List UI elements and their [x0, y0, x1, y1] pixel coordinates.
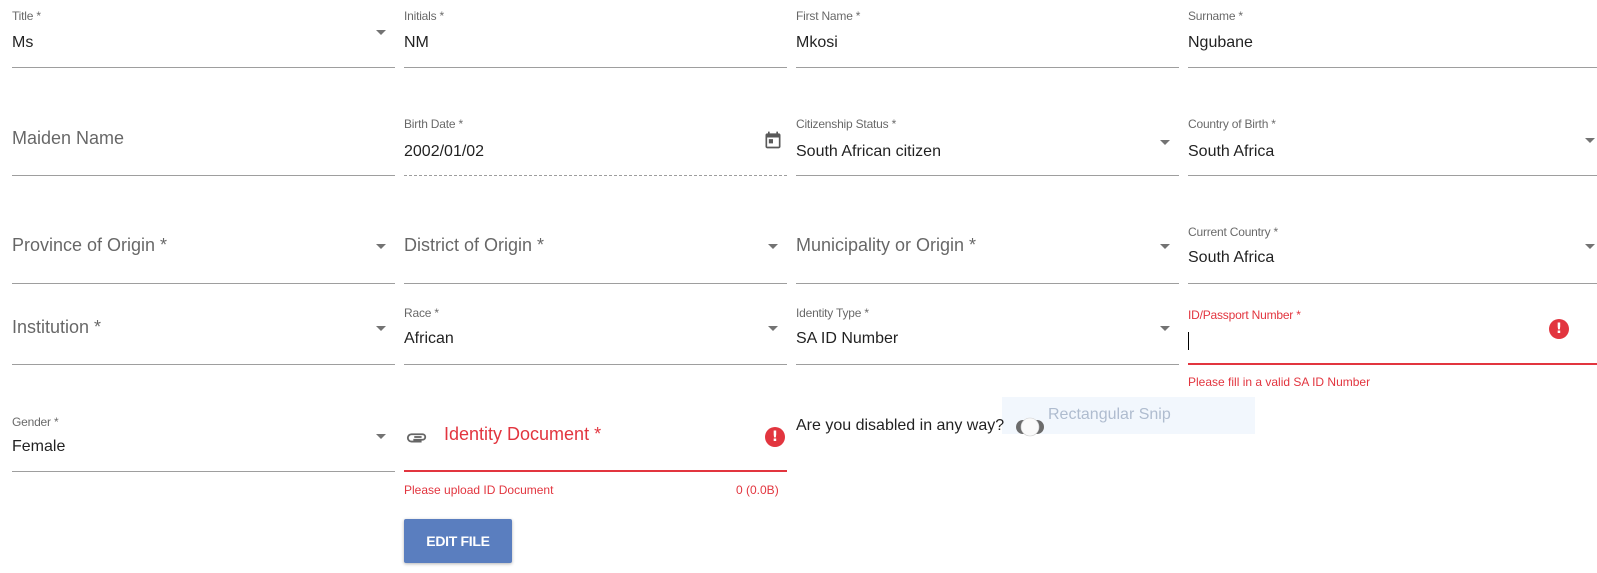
current-country-select[interactable]: Current Country * South Africa [1188, 224, 1597, 284]
snip-overlay-text: Rectangular Snip [1048, 406, 1171, 423]
institution-underline [12, 364, 395, 365]
citizenship-status-underline [796, 175, 1179, 176]
institution-select[interactable]: Institution * [12, 305, 395, 365]
disabled-question: Are you disabled in any way? [796, 417, 1005, 434]
district-of-origin-label: District of Origin * [404, 235, 545, 255]
chevron-down-icon [1585, 244, 1595, 249]
gender-label: Gender * [12, 415, 59, 429]
current-country-value: South Africa [1188, 249, 1275, 266]
calendar-icon[interactable] [763, 130, 783, 150]
chevron-down-icon [376, 434, 386, 439]
birth-date-value: 2002/01/02 [404, 143, 485, 160]
identity-type-select[interactable]: Identity Type * SA ID Number [796, 305, 1179, 365]
citizenship-status-label: Citizenship Status * [796, 117, 897, 131]
error-icon: ! [765, 427, 785, 447]
id-passport-number-underline [1188, 363, 1597, 365]
chevron-down-icon [1160, 244, 1170, 249]
text-cursor [1188, 332, 1189, 350]
chevron-down-icon [376, 326, 386, 331]
chevron-down-icon [768, 244, 778, 249]
error-icon: ! [1549, 319, 1569, 339]
chevron-down-icon [768, 326, 778, 331]
province-of-origin-label: Province of Origin * [12, 235, 168, 255]
chevron-down-icon [376, 244, 386, 249]
municipality-of-origin-select[interactable]: Municipality or Origin * [796, 224, 1179, 284]
birth-date-underline [404, 175, 787, 176]
birth-date-input[interactable]: Birth Date * 2002/01/02 [404, 116, 787, 176]
title-underline [12, 67, 395, 68]
gender-underline [12, 471, 395, 472]
citizenship-status-value: South African citizen [796, 143, 941, 160]
identity-type-label: Identity Type * [796, 306, 869, 320]
surname-label: Surname * [1188, 9, 1243, 23]
paperclip-icon [406, 433, 427, 443]
race-underline [404, 364, 787, 365]
first-name-value: Mkosi [796, 34, 838, 51]
disabled-toggle[interactable] [1012, 415, 1048, 439]
chevron-down-icon [376, 30, 386, 35]
surname-value: Ngubane [1188, 34, 1253, 51]
birth-date-label: Birth Date * [404, 117, 463, 131]
initials-underline [404, 67, 787, 68]
first-name-input[interactable]: First Name * Mkosi [796, 8, 1179, 68]
identity-document-size: 0 (0.0B) [736, 483, 779, 497]
first-name-label: First Name * [796, 9, 861, 23]
country-of-birth-select[interactable]: Country of Birth * South Africa [1188, 116, 1597, 176]
identity-document-upload[interactable]: Identity Document * ! [404, 412, 787, 472]
current-country-underline [1188, 283, 1597, 284]
surname-input[interactable]: Surname * Ngubane [1188, 8, 1597, 68]
initials-input[interactable]: Initials * NM [404, 8, 787, 68]
citizenship-status-select[interactable]: Citizenship Status * South African citiz… [796, 116, 1179, 176]
title-select[interactable]: Title * Ms [12, 8, 395, 68]
race-value: African [404, 330, 454, 347]
municipality-of-origin-label: Municipality or Origin * [796, 235, 977, 255]
identity-type-value: SA ID Number [796, 330, 899, 347]
race-select[interactable]: Race * African [404, 305, 787, 365]
maiden-name-label: Maiden Name [12, 128, 125, 148]
identity-document-error: Please upload ID Document [404, 483, 554, 497]
chevron-down-icon [1160, 326, 1170, 331]
chevron-down-icon [1160, 140, 1170, 145]
province-of-origin-select[interactable]: Province of Origin * [12, 224, 395, 284]
maiden-name-input[interactable]: Maiden Name [12, 116, 395, 176]
gender-select[interactable]: Gender * Female [12, 412, 395, 472]
country-of-birth-underline [1188, 175, 1597, 176]
initials-label: Initials * [404, 9, 445, 23]
country-of-birth-value: South Africa [1188, 143, 1275, 160]
gender-value: Female [12, 438, 66, 455]
id-passport-number-input[interactable]: ID/Passport Number * ! [1188, 305, 1597, 365]
identity-type-underline [796, 364, 1179, 365]
institution-label: Institution * [12, 317, 102, 337]
country-of-birth-label: Country of Birth * [1188, 117, 1276, 131]
identity-document-label: Identity Document * [444, 424, 602, 444]
current-country-label: Current Country * [1188, 225, 1278, 239]
title-label: Title * [12, 9, 41, 23]
title-value: Ms [12, 34, 34, 51]
district-of-origin-underline [404, 283, 787, 284]
id-passport-number-label: ID/Passport Number * [1188, 308, 1301, 322]
surname-underline [1188, 67, 1597, 68]
identity-document-underline [404, 470, 787, 472]
municipality-of-origin-underline [796, 283, 1179, 284]
first-name-underline [796, 67, 1179, 68]
province-of-origin-underline [12, 283, 395, 284]
id-passport-number-error: Please fill in a valid SA ID Number [1188, 375, 1371, 389]
chevron-down-icon [1585, 138, 1595, 143]
race-label: Race * [404, 306, 439, 320]
edit-file-button[interactable]: EDIT FILE [404, 519, 512, 563]
initials-value: NM [404, 34, 429, 51]
district-of-origin-select[interactable]: District of Origin * [404, 224, 787, 284]
maiden-name-underline [12, 175, 395, 176]
